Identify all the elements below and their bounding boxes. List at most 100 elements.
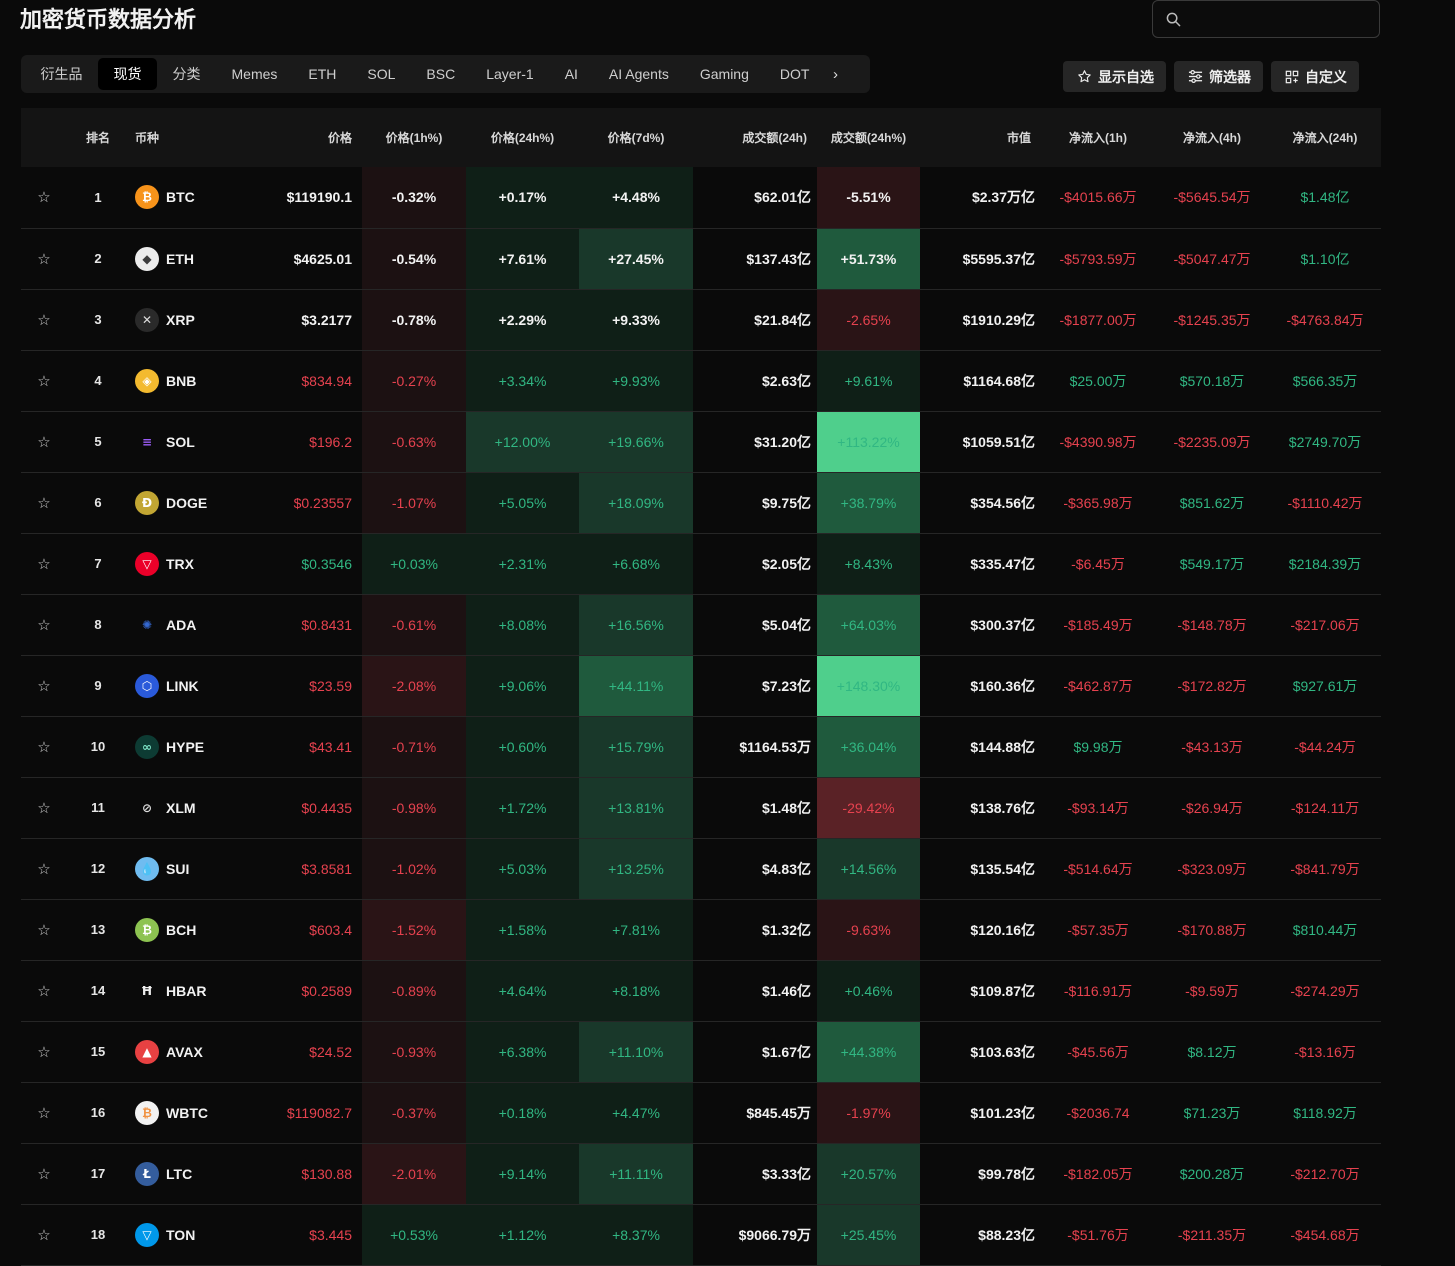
favorite-star-icon[interactable]: ☆ xyxy=(21,838,67,900)
coin-cell[interactable]: ◈ BNB xyxy=(129,350,245,412)
coin-cell[interactable]: ▲ AVAX xyxy=(129,1021,245,1083)
coin-cell[interactable]: ✺ ADA xyxy=(129,594,245,656)
show-watchlist-button[interactable]: 显示自选 xyxy=(1063,61,1166,92)
change-p24h-cell: +7.61% xyxy=(466,228,579,290)
header-cell-9[interactable]: 净流入(1h) xyxy=(1041,108,1155,167)
header-cell-7[interactable]: 成交额(24h%) xyxy=(817,108,920,167)
rank-cell: 15 xyxy=(67,1021,129,1083)
header-cell-5[interactable]: 价格(7d%) xyxy=(579,108,693,167)
net-inflow-n24h-cell: -$44.24万 xyxy=(1269,716,1381,778)
table-row[interactable]: ☆ 15 ▲ AVAX $24.52 -0.93% +6.38% +11.10% $1.67亿 +… xyxy=(21,1021,1381,1083)
favorite-star-icon[interactable]: ☆ xyxy=(21,1082,67,1144)
coin-cell[interactable]: ◆ ETH xyxy=(129,228,245,290)
table-row[interactable]: ☆ 11 ⊘ XLM $0.4435 -0.98% +1.72% +13.81% $1.48亿 -… xyxy=(21,777,1381,839)
tab-9[interactable]: AI Agents xyxy=(593,58,684,90)
table-row[interactable]: ☆ 5 ≡ SOL $196.2 -0.63% +12.00% +19.66% $31.20亿 +… xyxy=(21,411,1381,473)
coin-symbol: BTC xyxy=(166,189,195,206)
volume-cell: $7.23亿 xyxy=(693,655,817,717)
coin-cell[interactable]: ∞ HYPE xyxy=(129,716,245,778)
table-row[interactable]: ☆ 7 ▽ TRX $0.3546 +0.03% +2.31% +6.68% $2.05亿 +8.… xyxy=(21,533,1381,595)
header-cell-8[interactable]: 市值 xyxy=(920,108,1041,167)
change-p7d-cell: +18.09% xyxy=(579,472,693,534)
favorite-star-icon[interactable]: ☆ xyxy=(21,655,67,717)
coin-cell[interactable]: Ł LTC xyxy=(129,1143,245,1205)
tab-6[interactable]: BSC xyxy=(411,58,471,90)
favorite-star-icon[interactable]: ☆ xyxy=(21,716,67,778)
table-row[interactable]: ☆ 4 ◈ BNB $834.94 -0.27% +3.34% +9.93% $2.63亿 +9.… xyxy=(21,350,1381,412)
tab-10[interactable]: Gaming xyxy=(684,58,764,90)
header-cell-4[interactable]: 价格(24h%) xyxy=(466,108,579,167)
coin-cell[interactable]: ⊘ XLM xyxy=(129,777,245,839)
table-row[interactable]: ☆ 13 ₿ BCH $603.4 -1.52% +1.58% +7.81% $1.32亿 -9.… xyxy=(21,899,1381,961)
table-row[interactable]: ☆ 3 ✕ XRP $3.2177 -0.78% +2.29% +9.33% $21.84亿 -2… xyxy=(21,289,1381,351)
favorite-star-icon[interactable]: ☆ xyxy=(21,899,67,961)
coin-wrap: ▽ TRX xyxy=(135,551,239,576)
coin-cell[interactable]: ₿ BTC xyxy=(129,167,245,229)
coin-cell[interactable]: ⬡ LINK xyxy=(129,655,245,717)
header-cell-2[interactable]: 价格 xyxy=(245,108,362,167)
header-cell-10[interactable]: 净流入(4h) xyxy=(1155,108,1269,167)
favorite-star-icon[interactable]: ☆ xyxy=(21,1021,67,1083)
favorite-star-icon[interactable]: ☆ xyxy=(21,1143,67,1205)
change-p1h-cell: -1.07% xyxy=(362,472,466,534)
favorite-star-icon[interactable]: ☆ xyxy=(21,594,67,656)
favorite-star-icon[interactable]: ☆ xyxy=(21,411,67,473)
tab-2[interactable]: 分类 xyxy=(157,58,216,90)
table-row[interactable]: ☆ 14 Ħ HBAR $0.2589 -0.89% +4.64% +8.18% $1.46亿 +… xyxy=(21,960,1381,1022)
change-p7d-cell: +9.33% xyxy=(579,289,693,351)
coin-cell[interactable]: ₿ WBTC xyxy=(129,1082,245,1144)
favorite-star-icon[interactable]: ☆ xyxy=(21,960,67,1022)
tab-7[interactable]: Layer-1 xyxy=(471,58,549,90)
favorite-star-icon[interactable]: ☆ xyxy=(21,777,67,839)
tab-5[interactable]: SOL xyxy=(352,58,411,90)
coin-cell[interactable]: ≡ SOL xyxy=(129,411,245,473)
tab-11[interactable]: DOT xyxy=(764,58,825,90)
coin-cell[interactable]: ✕ XRP xyxy=(129,289,245,351)
table-row[interactable]: ☆ 8 ✺ ADA $0.8431 -0.61% +8.08% +16.56% $5.04亿 +6… xyxy=(21,594,1381,656)
favorite-star-icon[interactable]: ☆ xyxy=(21,350,67,412)
favorite-star-icon[interactable]: ☆ xyxy=(21,533,67,595)
table-row[interactable]: ☆ 18 ▽ TON $3.445 +0.53% +1.12% +8.37% $9066.79万… xyxy=(21,1204,1381,1266)
header-cell-11[interactable]: 净流入(24h) xyxy=(1269,108,1381,167)
net-inflow-n24h-cell: $2184.39万 xyxy=(1269,533,1381,595)
table-row[interactable]: ☆ 12 💧 SUI $3.8581 -1.02% +5.03% +13.25% $4.83亿 +… xyxy=(21,838,1381,900)
tab-8[interactable]: AI xyxy=(549,58,593,90)
volume-cell: $1.67亿 xyxy=(693,1021,817,1083)
net-inflow-n24h-cell: $2749.70万 xyxy=(1269,411,1381,473)
coin-cell[interactable]: Ħ HBAR xyxy=(129,960,245,1022)
coin-wrap: ₿ WBTC xyxy=(135,1100,239,1125)
table-row[interactable]: ☆ 10 ∞ HYPE $43.41 -0.71% +0.60% +15.79% $1164.5… xyxy=(21,716,1381,778)
favorite-star-icon[interactable]: ☆ xyxy=(21,167,67,229)
tabs-scroll-right-icon[interactable]: › xyxy=(825,66,838,83)
table-row[interactable]: ☆ 2 ◆ ETH $4625.01 -0.54% +7.61% +27.45% $137.43… xyxy=(21,228,1381,290)
header-cell-3[interactable]: 价格(1h%) xyxy=(362,108,466,167)
tab-1[interactable]: 现货 xyxy=(98,58,157,90)
coin-cell[interactable]: 💧 SUI xyxy=(129,838,245,900)
table-row[interactable]: ☆ 9 ⬡ LINK $23.59 -2.08% +9.06% +44.11% $7.23亿 +1… xyxy=(21,655,1381,717)
coin-cell[interactable]: ▽ TRX xyxy=(129,533,245,595)
favorite-star-icon[interactable]: ☆ xyxy=(21,289,67,351)
favorite-star-icon[interactable]: ☆ xyxy=(21,1204,67,1266)
rank-cell: 17 xyxy=(67,1143,129,1205)
favorite-star-icon[interactable]: ☆ xyxy=(21,472,67,534)
table-row[interactable]: ☆ 1 ₿ BTC $119190.1 -0.32% +0.17% +4.48% $62.01亿… xyxy=(21,167,1381,229)
header-cell-6[interactable]: 成交额(24h) xyxy=(693,108,817,167)
filter-button[interactable]: 筛选器 xyxy=(1174,61,1263,92)
coin-cell[interactable]: Ð DOGE xyxy=(129,472,245,534)
coin-wrap: ✺ ADA xyxy=(135,613,239,637)
header-cell-1[interactable]: 币种 xyxy=(129,108,245,167)
tab-0[interactable]: 衍生品 xyxy=(25,58,98,90)
tab-4[interactable]: ETH xyxy=(293,58,352,90)
header-cell-0[interactable]: 排名 xyxy=(67,108,129,167)
tab-3[interactable]: Memes xyxy=(216,58,293,90)
table-row[interactable]: ☆ 16 ₿ WBTC $119082.7 -0.37% +0.18% +4.47% $845.… xyxy=(21,1082,1381,1144)
coin-cell[interactable]: ₿ BCH xyxy=(129,899,245,961)
bitcoin-cash-icon: ₿ xyxy=(135,917,159,942)
customize-button[interactable]: 自定义 xyxy=(1271,61,1359,92)
favorite-star-icon[interactable]: ☆ xyxy=(21,228,67,290)
table-row[interactable]: ☆ 6 Ð DOGE $0.23557 -1.07% +5.05% +18.09% $9.75亿… xyxy=(21,472,1381,534)
search-input[interactable] xyxy=(1152,0,1380,38)
volume-cell: $2.05亿 xyxy=(693,533,817,595)
coin-cell[interactable]: ▽ TON xyxy=(129,1204,245,1266)
table-row[interactable]: ☆ 17 Ł LTC $130.88 -2.01% +9.14% +11.11% $3.33亿 +… xyxy=(21,1143,1381,1205)
